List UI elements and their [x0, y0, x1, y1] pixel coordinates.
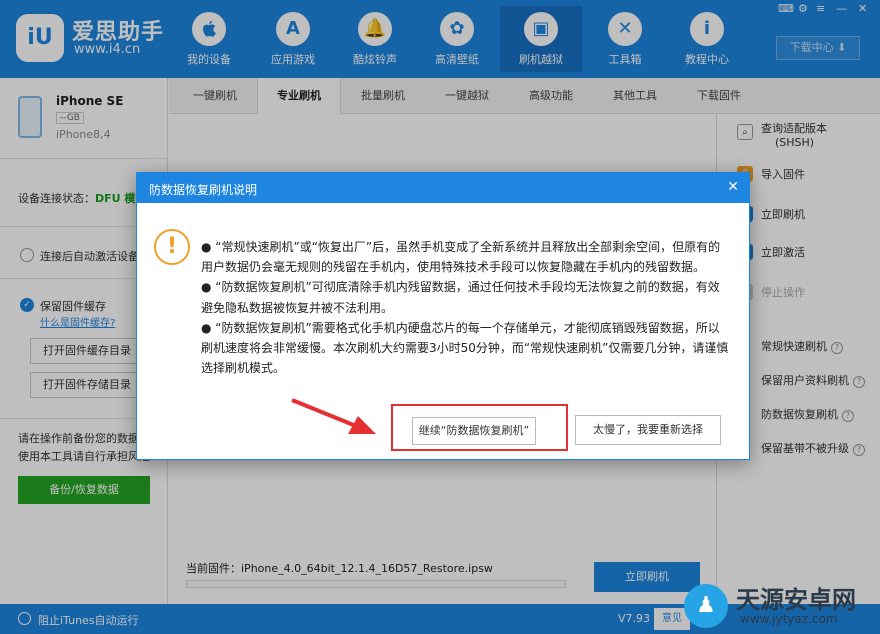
- watermark-url: www.jytyaz.com: [740, 612, 838, 626]
- dialog-paragraph: ● “防数据恢复刷机”需要格式化手机内硬盘芯片的每一个存储单元，才能彻底销毁残留…: [201, 320, 729, 376]
- watermark: ♟ 天源安卓网 www.jytyaz.com: [684, 578, 880, 634]
- warning-icon: !: [154, 229, 190, 265]
- dialog-paragraph: ● “防数据恢复刷机”可彻底清除手机内残留数据，通过任何技术手段均无法恢复之前的…: [201, 280, 720, 315]
- dialog-header: 防数据恢复刷机说明 ✕: [137, 173, 749, 203]
- dialog-title: 防数据恢复刷机说明: [149, 183, 258, 197]
- highlight-box: [391, 404, 568, 451]
- dialog-body: ● “常规快速刷机”或“恢复出厂”后，虽然手机变成了全新系统并且释放出全部剩余空…: [201, 237, 731, 378]
- close-icon[interactable]: ✕: [727, 179, 739, 195]
- reselect-mode-button[interactable]: 太慢了，我要重新选择: [575, 415, 721, 445]
- watermark-name: 天源安卓网: [736, 586, 856, 614]
- dialog-paragraph: ● “常规快速刷机”或“恢复出厂”后，虽然手机变成了全新系统并且释放出全部剩余空…: [201, 240, 721, 275]
- android-icon: ♟: [684, 584, 728, 628]
- red-arrow-icon: [291, 398, 376, 434]
